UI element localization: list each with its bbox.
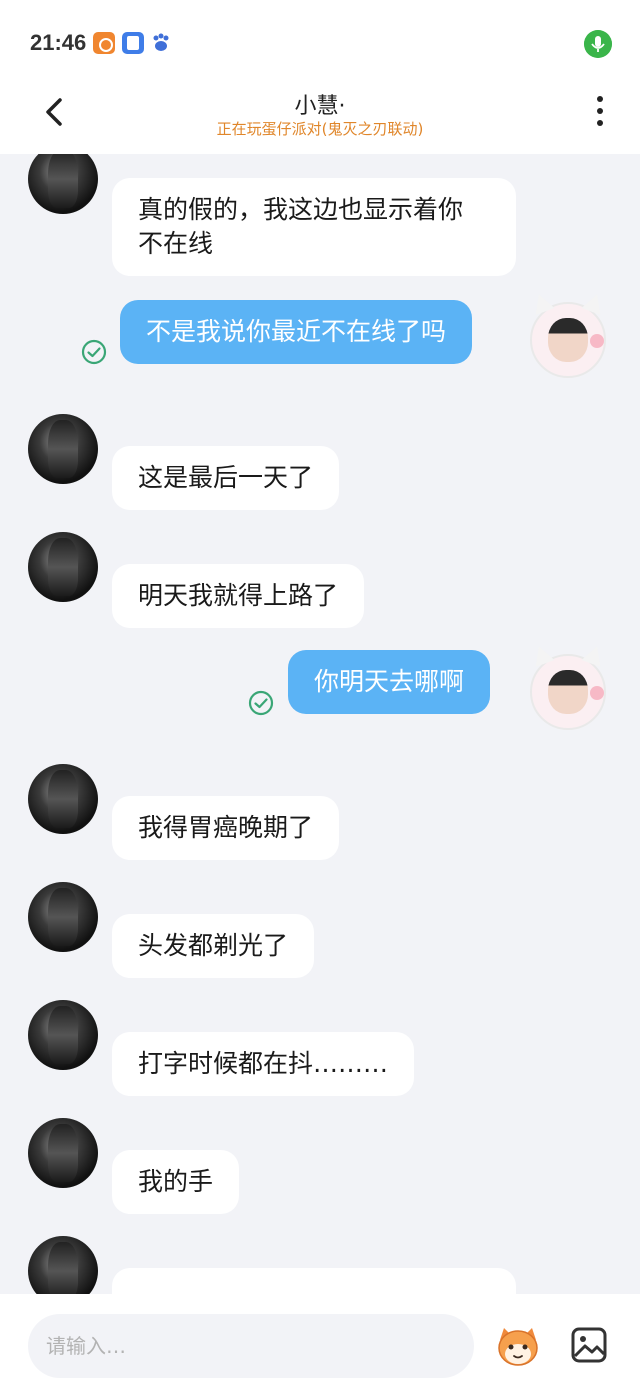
contact-avatar[interactable] [28, 1236, 98, 1294]
more-vertical-icon[interactable] [588, 94, 612, 130]
message-bubble-incoming[interactable] [112, 1268, 516, 1294]
contact-status: 正在玩蛋仔派对(鬼灭之刃联动) [216, 120, 424, 138]
contact-avatar[interactable] [28, 882, 98, 952]
sticker-face-icon[interactable] [494, 1324, 542, 1368]
contact-name: 小慧· [294, 94, 346, 119]
message-bubble-incoming[interactable]: 我得胃癌晚期了 [112, 796, 340, 860]
message-bubble-outgoing[interactable]: 你明天去哪啊 [288, 650, 491, 714]
chat-messages[interactable]: 真的假的，我这边也显示着你 不在线 不是我说你最近不在线了吗 这是最后一天了 明… [0, 154, 640, 1294]
microphone-icon [584, 30, 612, 58]
message-bubble-incoming[interactable]: 打字时候都在抖……… [112, 1032, 415, 1096]
message-bubble-incoming[interactable]: 真的假的，我这边也显示着你 不在线 [112, 178, 516, 276]
read-check-icon [248, 690, 274, 716]
message-bubble-outgoing[interactable]: 不是我说你最近不在线了吗 [120, 300, 473, 364]
message-line: 真的假的，我这边也显示着你 [138, 195, 464, 224]
message-bubble-incoming[interactable]: 头发都剃光了 [112, 914, 315, 978]
contact-avatar[interactable] [28, 414, 98, 484]
contact-avatar[interactable] [28, 1000, 98, 1070]
message-input[interactable] [28, 1314, 474, 1378]
message-line: 不在线 [138, 229, 214, 258]
read-check-icon [81, 339, 107, 365]
app-notification-orange-icon [93, 32, 115, 54]
message-bubble-incoming[interactable]: 这是最后一天了 [112, 446, 340, 510]
baidu-paw-icon [153, 33, 169, 51]
contact-avatar[interactable] [28, 154, 98, 214]
my-avatar[interactable] [524, 643, 612, 734]
message-input-bar [0, 1294, 640, 1400]
app-notification-blue-icon [122, 32, 144, 54]
contact-avatar[interactable] [28, 532, 98, 602]
my-avatar[interactable] [524, 291, 612, 382]
message-bubble-incoming[interactable]: 明天我就得上路了 [112, 564, 365, 628]
image-icon[interactable] [570, 1326, 608, 1364]
contact-avatar[interactable] [28, 764, 98, 834]
message-bubble-incoming[interactable]: 我的手 [112, 1150, 240, 1214]
status-bar: 21:46 [0, 0, 640, 78]
status-time: 21:46 [30, 30, 87, 55]
chat-header: 小慧· 正在玩蛋仔派对(鬼灭之刃联动) [0, 78, 640, 154]
contact-avatar[interactable] [28, 1118, 98, 1188]
